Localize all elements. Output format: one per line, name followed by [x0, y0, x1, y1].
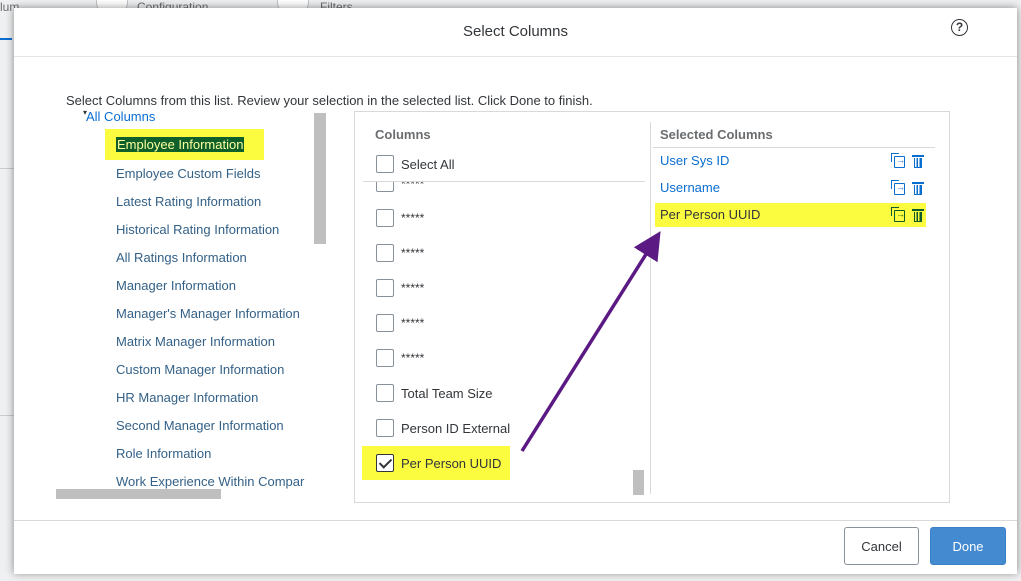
column-checkbox[interactable]: [376, 384, 394, 402]
dialog-header: Select Columns ?: [14, 8, 1017, 57]
column-label: Person ID External: [401, 421, 511, 436]
tree-item[interactable]: Manager's Manager Information: [116, 306, 300, 321]
tree-item[interactable]: HR Manager Information: [116, 390, 258, 405]
tree-item[interactable]: Custom Manager Information: [116, 362, 284, 377]
tree-item[interactable]: Second Manager Information: [116, 418, 284, 433]
columns-header: Columns: [375, 127, 431, 142]
tree-horizontal-scrollbar[interactable]: [56, 489, 221, 499]
clipped-column-row: *****: [363, 182, 643, 196]
column-label: *****: [401, 182, 425, 191]
column-checkbox[interactable]: [376, 279, 394, 297]
selected-item[interactable]: Username: [660, 180, 720, 195]
instructions-text: Select Columns from this list. Review yo…: [66, 93, 593, 108]
select-all-checkbox[interactable]: [376, 155, 394, 173]
panel-divider: [650, 122, 651, 494]
tree-item[interactable]: Manager Information: [116, 278, 236, 293]
column-checkbox[interactable]: [376, 419, 394, 437]
trash-icon[interactable]: [912, 182, 924, 195]
select-columns-dialog: Select Columns ? Select Columns from thi…: [14, 8, 1017, 574]
done-button[interactable]: Done: [930, 527, 1006, 565]
tree-item[interactable]: Historical Rating Information: [116, 222, 279, 237]
column-checkbox[interactable]: [376, 244, 394, 262]
divider: [653, 147, 935, 148]
columns-panel: Columns Select All ***** ***** ***** ***…: [354, 111, 950, 503]
dialog-title: Select Columns: [462, 23, 569, 40]
background-divider: [0, 168, 14, 169]
move-icon[interactable]: [891, 153, 905, 168]
tree-item[interactable]: Employee Custom Fields: [116, 166, 261, 181]
selected-item[interactable]: User Sys ID: [660, 153, 729, 168]
column-label: Total Team Size: [401, 386, 493, 401]
dialog-footer: Cancel Done: [14, 520, 1017, 574]
selected-columns-header: Selected Columns: [660, 127, 773, 142]
tree-item[interactable]: Work Experience Within Compar: [116, 474, 304, 489]
column-label: *****: [401, 246, 425, 260]
tree-vertical-scrollbar[interactable]: [314, 113, 326, 244]
column-label: Per Person UUID: [401, 456, 502, 471]
tree-item[interactable]: Matrix Manager Information: [116, 334, 275, 349]
trash-icon[interactable]: [912, 209, 924, 222]
tree-item[interactable]: Role Information: [116, 446, 211, 461]
background-divider: [0, 415, 14, 416]
select-all-label: Select All: [401, 157, 455, 172]
column-checkbox[interactable]: [376, 314, 394, 332]
columns-scrollbar[interactable]: [633, 470, 644, 495]
trash-icon[interactable]: [912, 155, 924, 168]
move-icon[interactable]: [891, 180, 905, 195]
column-label: *****: [401, 281, 425, 295]
tree-item[interactable]: All Ratings Information: [116, 250, 247, 265]
cancel-button[interactable]: Cancel: [844, 527, 919, 565]
column-label: *****: [401, 351, 425, 365]
column-checkbox[interactable]: [376, 182, 394, 192]
help-icon[interactable]: ?: [951, 19, 968, 36]
background-tab-underline: [0, 38, 12, 40]
tree-item[interactable]: Latest Rating Information: [116, 194, 261, 209]
selected-item[interactable]: Per Person UUID: [660, 207, 760, 222]
per-person-uuid-checkbox[interactable]: [376, 454, 394, 472]
column-checkbox[interactable]: [376, 349, 394, 367]
column-label: *****: [401, 211, 425, 225]
move-icon[interactable]: [891, 207, 905, 222]
tree-list: Employee Custom Fields Latest Rating Inf…: [74, 121, 314, 498]
column-label: *****: [401, 316, 425, 330]
column-checkbox[interactable]: [376, 209, 394, 227]
